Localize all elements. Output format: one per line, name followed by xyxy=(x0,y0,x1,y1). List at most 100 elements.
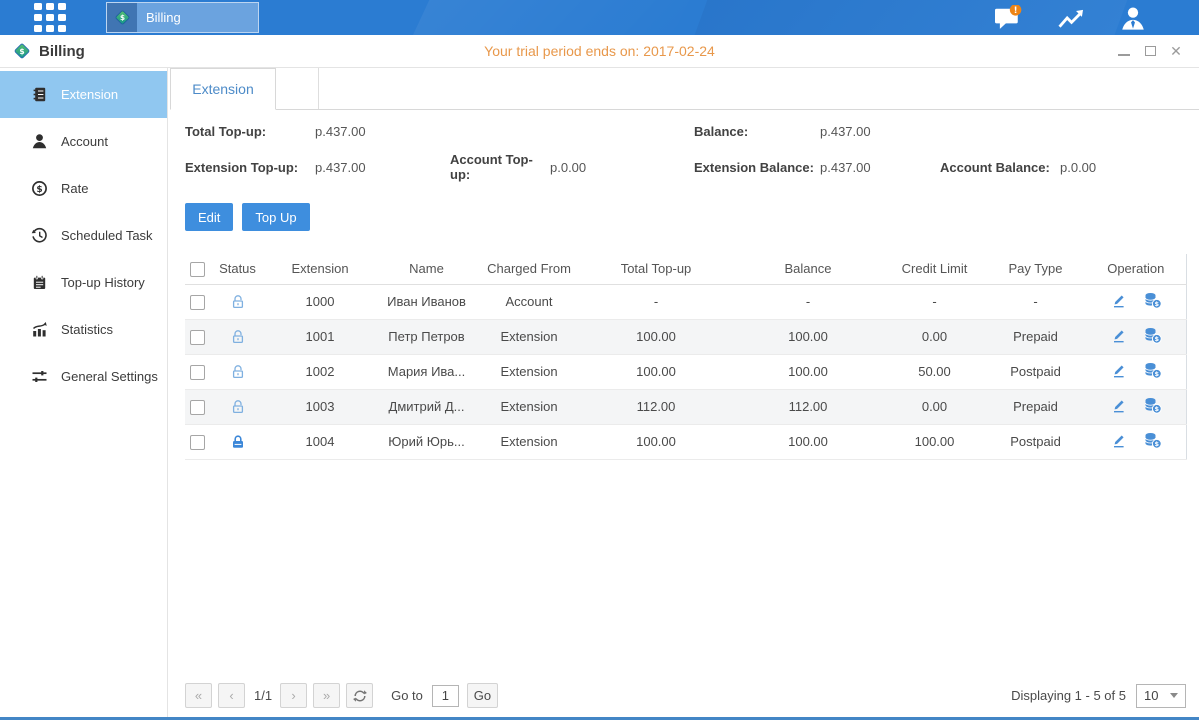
cell-charged-from: Extension xyxy=(478,354,580,389)
unlocked-padlock-icon xyxy=(230,293,246,308)
row-checkbox[interactable] xyxy=(190,330,205,345)
unlocked-padlock-icon xyxy=(230,363,246,378)
sidebar-item-label: Statistics xyxy=(61,322,113,337)
cell-pay-type: Prepaid xyxy=(985,389,1086,424)
cell-total-topup: 100.00 xyxy=(580,424,732,459)
cell-extension: 1004 xyxy=(265,424,375,459)
svg-text:$: $ xyxy=(36,185,42,195)
notepad-icon xyxy=(30,274,48,291)
cell-charged-from: Extension xyxy=(478,319,580,354)
sidebar-item-extension[interactable]: Extension xyxy=(0,71,167,118)
page-size-select[interactable]: 10 xyxy=(1136,684,1186,708)
topup-coins-icon[interactable]: $ xyxy=(1143,397,1162,414)
displaying-text: Displaying 1 - 5 of 5 xyxy=(1011,688,1126,703)
table-row: 1001Петр ПетровExtension100.00100.000.00… xyxy=(185,319,1186,354)
select-all-checkbox[interactable] xyxy=(190,262,205,277)
table-row: 1004Юрий Юрь...Extension100.00100.00100.… xyxy=(185,424,1186,459)
balance-label: Balance: xyxy=(694,124,820,139)
sidebar-item-label: Extension xyxy=(61,87,118,102)
topup-coins-icon[interactable]: $ xyxy=(1143,292,1162,309)
cell-credit-limit: 50.00 xyxy=(884,354,985,389)
row-checkbox[interactable] xyxy=(190,295,205,310)
refresh-icon[interactable] xyxy=(346,683,373,708)
cell-balance: 100.00 xyxy=(732,424,884,459)
table-row: 1000Иван ИвановAccount----$ xyxy=(185,284,1186,319)
edit-pencil-icon[interactable] xyxy=(1110,397,1127,414)
cell-name: Дмитрий Д... xyxy=(375,389,478,424)
taskbar-tab-billing[interactable]: $ Billing xyxy=(106,2,259,33)
dollar-coin-icon: $ xyxy=(30,180,48,197)
cell-balance: 100.00 xyxy=(732,319,884,354)
bar-chart-icon xyxy=(30,321,48,338)
goto-page-input[interactable] xyxy=(432,685,459,707)
prev-page-button[interactable]: ‹ xyxy=(218,683,245,708)
topup-coins-icon[interactable]: $ xyxy=(1143,327,1162,344)
go-button[interactable]: Go xyxy=(467,683,498,708)
extension-balance-label: Extension Balance: xyxy=(694,160,820,175)
clock-history-icon xyxy=(30,227,48,244)
cell-credit-limit: 0.00 xyxy=(884,389,985,424)
total-topup-label: Total Top-up: xyxy=(185,124,315,139)
sidebar-item-label: Rate xyxy=(61,181,88,196)
cell-total-topup: - xyxy=(580,284,732,319)
col-status: Status xyxy=(210,254,265,284)
edit-pencil-icon[interactable] xyxy=(1110,327,1127,344)
extension-topup-label: Extension Top-up: xyxy=(185,160,315,175)
apps-grid-icon[interactable] xyxy=(34,3,66,32)
cell-name: Юрий Юрь... xyxy=(375,424,478,459)
chat-icon[interactable]: ! xyxy=(993,5,1023,31)
minimize-icon[interactable] xyxy=(1117,44,1131,58)
tab-extension[interactable]: Extension xyxy=(170,68,276,110)
last-page-button[interactable]: » xyxy=(313,683,340,708)
table-row: 1002Мария Ива...Extension100.00100.0050.… xyxy=(185,354,1186,389)
cell-total-topup: 100.00 xyxy=(580,319,732,354)
topbar: $ Billing ! xyxy=(0,0,1199,35)
line-chart-icon[interactable] xyxy=(1055,6,1087,30)
edit-pencil-icon[interactable] xyxy=(1110,292,1127,309)
cell-balance: 112.00 xyxy=(732,389,884,424)
page-size-value: 10 xyxy=(1144,688,1158,703)
cell-pay-type: - xyxy=(985,284,1086,319)
cell-name: Иван Иванов xyxy=(375,284,478,319)
row-checkbox[interactable] xyxy=(190,365,205,380)
sidebar-item-account[interactable]: Account xyxy=(0,118,167,165)
edit-button[interactable]: Edit xyxy=(185,203,233,231)
sidebar-item-label: Account xyxy=(61,134,108,149)
main-content: Extension Total Top-up: p.437.00 Balance… xyxy=(168,68,1199,717)
sidebar-item-scheduled-task[interactable]: Scheduled Task xyxy=(0,212,167,259)
cell-extension: 1003 xyxy=(265,389,375,424)
close-icon[interactable]: ✕ xyxy=(1169,44,1183,58)
locked-padlock-icon xyxy=(230,433,246,448)
unlocked-padlock-icon xyxy=(230,328,246,343)
col-extension: Extension xyxy=(265,254,375,284)
cell-balance: 100.00 xyxy=(732,354,884,389)
sidebar-item-general-settings[interactable]: General Settings xyxy=(0,353,167,400)
row-checkbox[interactable] xyxy=(190,400,205,415)
cell-extension: 1001 xyxy=(265,319,375,354)
svg-text:$: $ xyxy=(1154,300,1159,308)
svg-text:$: $ xyxy=(1154,405,1159,413)
cell-pay-type: Postpaid xyxy=(985,354,1086,389)
cell-charged-from: Extension xyxy=(478,389,580,424)
topup-button[interactable]: Top Up xyxy=(242,203,309,231)
row-checkbox[interactable] xyxy=(190,435,205,450)
sidebar-item-label: General Settings xyxy=(61,369,158,384)
sidebar-item-statistics[interactable]: Statistics xyxy=(0,306,167,353)
edit-pencil-icon[interactable] xyxy=(1110,432,1127,449)
sidebar-item-topup-history[interactable]: Top-up History xyxy=(0,259,167,306)
col-balance: Balance xyxy=(732,254,884,284)
cell-extension: 1000 xyxy=(265,284,375,319)
trial-notice: Your trial period ends on: 2017-02-24 xyxy=(0,43,1199,59)
sidebar-item-rate[interactable]: $ Rate xyxy=(0,165,167,212)
next-page-button[interactable]: › xyxy=(280,683,307,708)
balance-value: p.437.00 xyxy=(820,124,940,139)
extension-topup-value: p.437.00 xyxy=(315,160,450,175)
window-titlebar: $ Billing Your trial period ends on: 201… xyxy=(0,35,1199,68)
topup-coins-icon[interactable]: $ xyxy=(1143,362,1162,379)
maximize-icon[interactable] xyxy=(1143,44,1157,58)
first-page-button[interactable]: « xyxy=(185,683,212,708)
col-charged-from: Charged From xyxy=(478,254,580,284)
user-icon[interactable] xyxy=(1119,5,1147,31)
topup-coins-icon[interactable]: $ xyxy=(1143,432,1162,449)
edit-pencil-icon[interactable] xyxy=(1110,362,1127,379)
